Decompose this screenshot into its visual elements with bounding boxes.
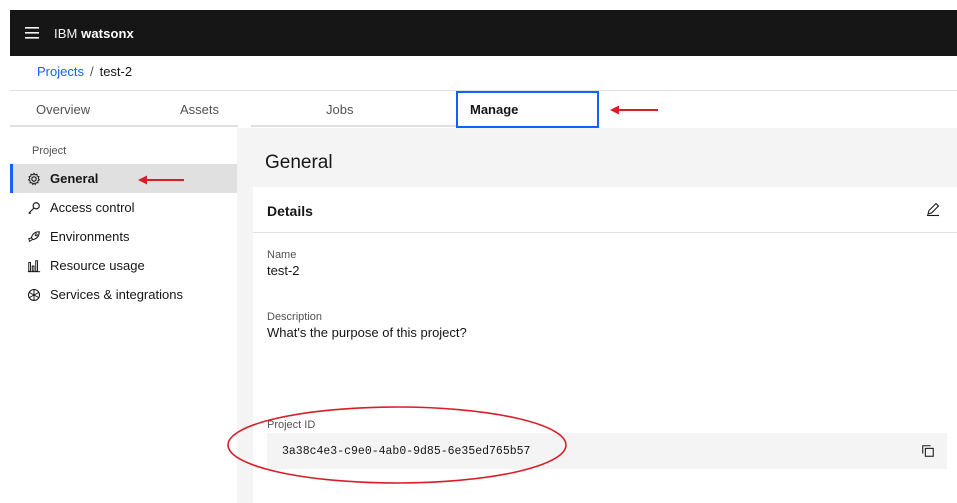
details-title: Details [267, 203, 313, 219]
sidebar-item-environments[interactable]: Environments [10, 222, 237, 251]
brand-prefix: IBM [54, 25, 78, 41]
breadcrumb-separator: / [89, 64, 94, 79]
edit-icon[interactable] [925, 201, 941, 217]
sidebar-item-label: Access control [50, 200, 135, 215]
tab-label: Overview [36, 101, 91, 117]
description-label: Description [267, 311, 323, 323]
sidebar-item-label: Services & integrations [50, 287, 183, 302]
copy-icon[interactable] [921, 444, 937, 460]
sidebar-item-services-integrations[interactable]: Services & integrations [10, 280, 237, 309]
sidebar-item-general[interactable]: General [10, 164, 237, 193]
breadcrumb-current: test-2 [99, 64, 133, 79]
brand-name: watsonx [81, 25, 134, 41]
header: IBM watsonx [10, 10, 957, 56]
sidebar-item-label: Resource usage [50, 258, 145, 273]
bar-chart-icon [26, 258, 42, 274]
top-bar: IBM watsonx [0, 0, 957, 56]
gear-icon [26, 171, 42, 187]
breadcrumb: Projects / test-2 [37, 64, 132, 79]
tab-label: Jobs [326, 101, 354, 117]
details-card-header: Details [253, 187, 957, 233]
sidebar-item-label: General [50, 171, 99, 186]
network-icon [26, 287, 42, 303]
breadcrumb-projects-link[interactable]: Projects [37, 64, 84, 79]
annotation-arrow-icon [610, 105, 658, 115]
tab-bar: Overview Assets Jobs Manage [10, 91, 957, 128]
tab-manage[interactable]: Manage [456, 91, 599, 128]
brand-logo[interactable]: IBM watsonx [54, 26, 134, 41]
sidebar-heading: Project [32, 145, 67, 157]
annotation-ellipse [227, 406, 567, 484]
tab-underline [251, 125, 456, 127]
name-value: test-2 [267, 263, 300, 278]
menu-icon[interactable] [10, 10, 54, 56]
sidebar-item-label: Environments [50, 229, 130, 244]
sidebar-item-access-control[interactable]: Access control [10, 193, 237, 222]
sidebar-item-resource-usage[interactable]: Resource usage [10, 251, 237, 280]
tab-jobs[interactable]: Jobs [326, 91, 446, 127]
description-value: What's the purpose of this project? [267, 325, 467, 340]
annotation-arrow-icon [138, 175, 184, 185]
rocket-icon [26, 229, 42, 245]
sidebar: Project General Access control Environme… [10, 128, 237, 503]
name-label: Name [267, 249, 297, 261]
key-icon [26, 200, 42, 216]
page-title: General [265, 152, 333, 173]
tab-label: Assets [180, 101, 220, 117]
tab-label: Manage [470, 102, 519, 117]
tab-assets[interactable]: Assets [180, 91, 240, 127]
